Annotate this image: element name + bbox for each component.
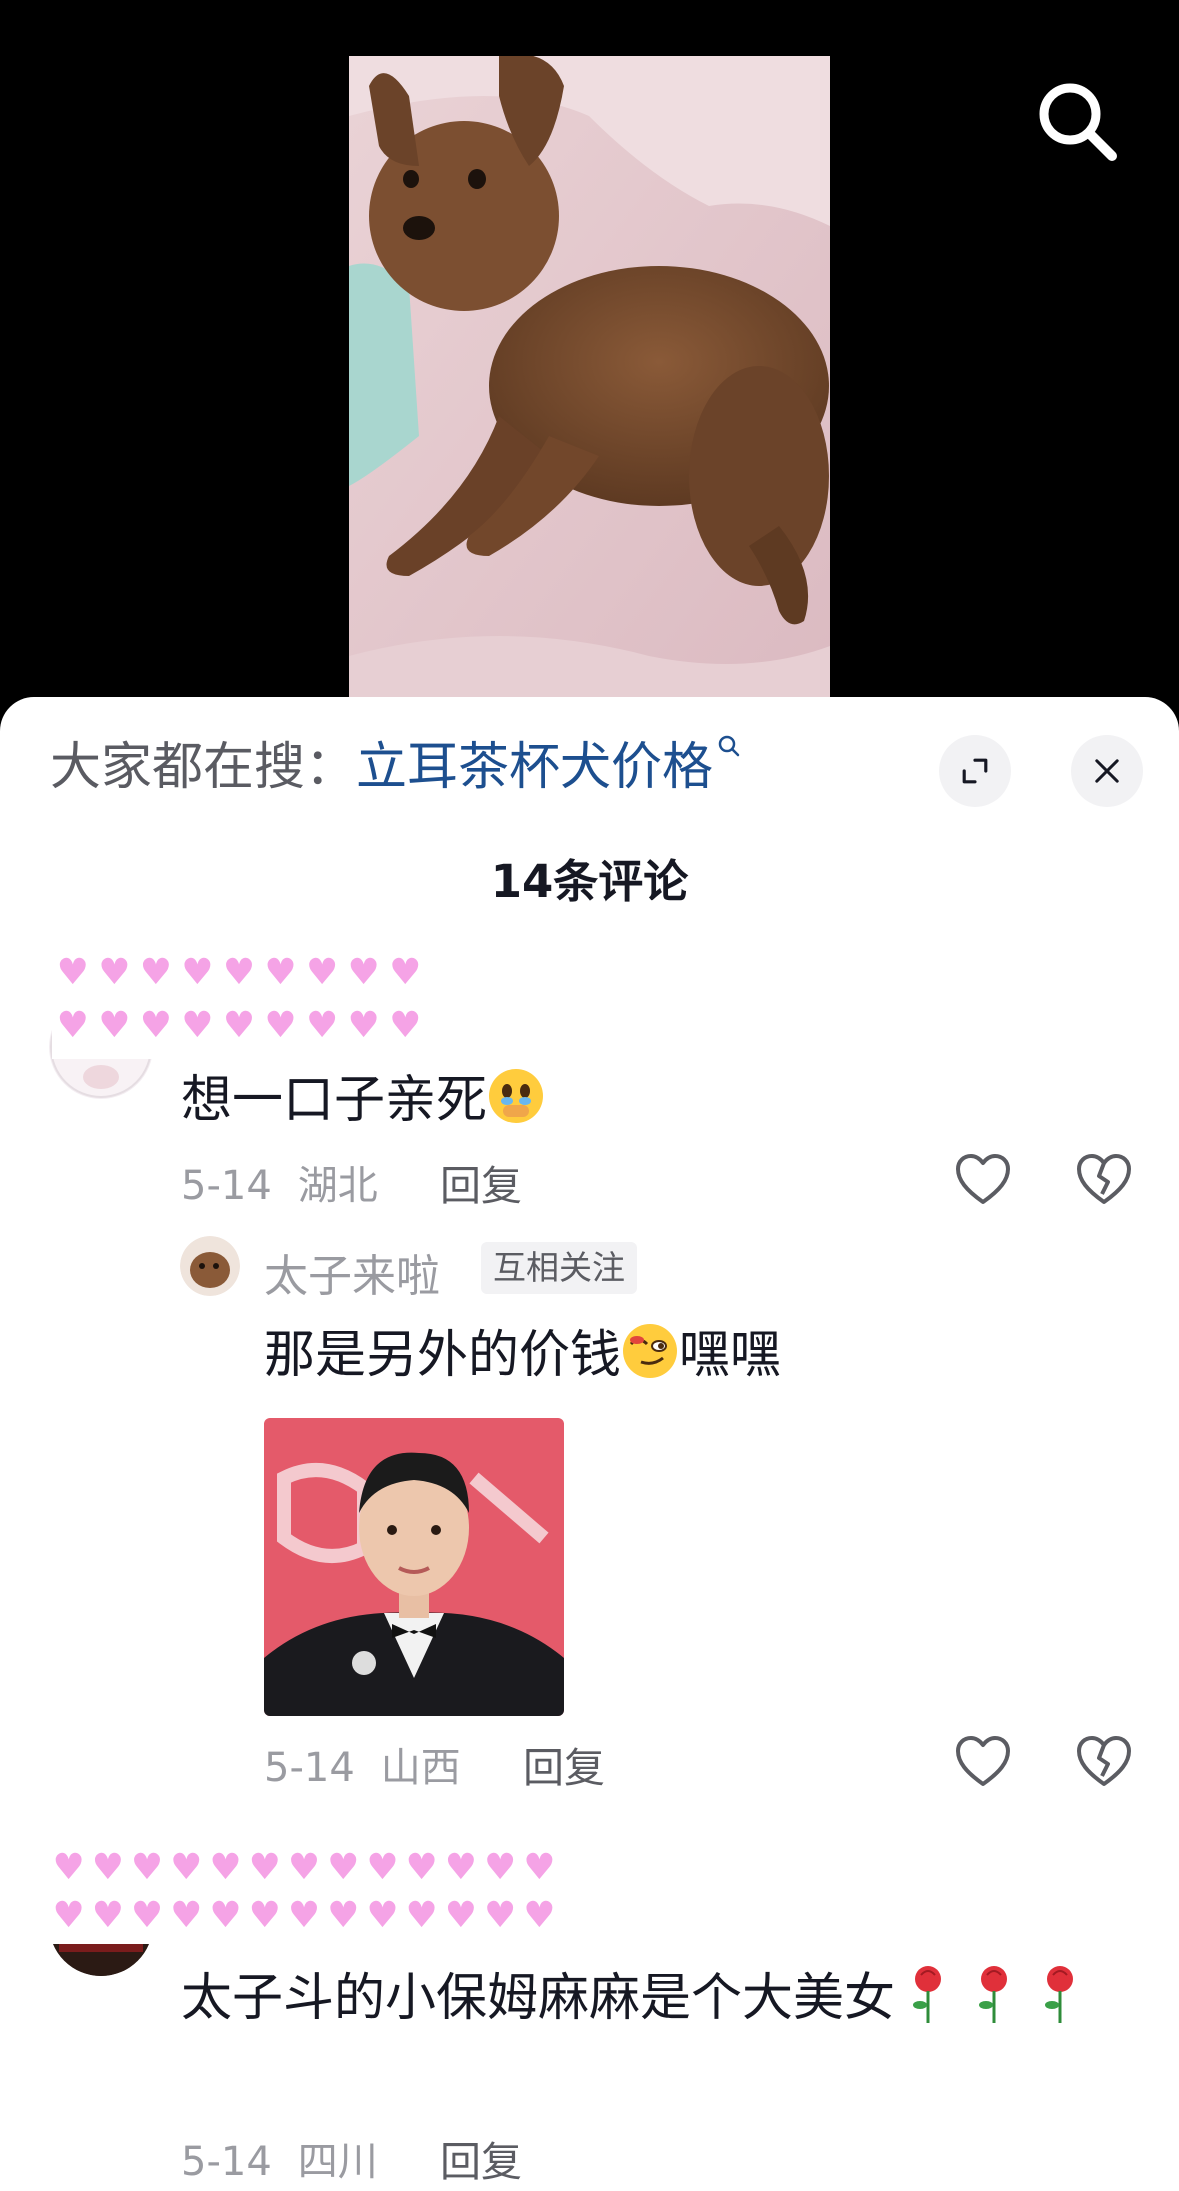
reply-username[interactable]: 太子来啦 [264,1240,440,1304]
comment-text-content: 太子斗的小保姆麻麻是个大美女 [181,1969,896,2028]
smirk-emoji [623,1324,678,1378]
heart-outline-icon[interactable] [954,1734,1012,1788]
comment-meta: 5-14 四川 [181,2129,378,2187]
rose-emoji [979,1966,1008,2023]
rose-emoji [913,1966,942,2023]
comment-date: 5-14 [181,2139,272,2185]
reply-text-part-a: 那是另外的价钱 [264,1326,622,1385]
reply-avatar[interactable] [180,1236,240,1296]
comment-location: 湖北 [297,1163,378,1209]
search-icon [1039,83,1117,161]
crying-emoji [489,1069,544,1123]
comment-location: 四川 [297,2139,378,2185]
reply-date: 5-14 [264,1745,355,1791]
reply-button[interactable]: 回复 [523,1734,605,1794]
expand-icon [962,758,988,784]
close-button[interactable] [1071,735,1143,807]
close-icon [1095,759,1119,783]
username-masked[interactable]: ♥ ♥ ♥ ♥ ♥ ♥ ♥ ♥ ♥ ♥ ♥ ♥ ♥ ♥ ♥ ♥ ♥ ♥ ♥ ♥ ♥ ♥ ♥ ♥ ♥ ♥ [49,1848,559,1944]
broken-heart-icon[interactable] [1075,1152,1133,1206]
username-masked[interactable]: ♥ ♥ ♥ ♥ ♥ ♥ ♥ ♥ ♥ ♥ ♥ ♥ ♥ ♥ ♥ ♥ ♥ ♥ [52,953,426,1059]
comments-sheet: 大家都在搜：立耳茶杯犬价格 14条评论 ♥ ♥ ♥ ♥ ♥ ♥ ♥ ♥ ♥ ♥ ♥ ♥ ♥ ♥ ♥ ♥ ♥ ♥ … [0,697,1179,2191]
expand-button[interactable] [939,735,1011,807]
reply-text: 那是另外的价钱 嘿嘿 [264,1322,781,1389]
man-in-tuxedo-image [264,1418,564,1716]
search-suggestion-term[interactable]: 立耳茶杯犬价格 [356,738,713,797]
comment-text-content: 想一口子亲死 [181,1071,488,1130]
search-suggestion[interactable]: 大家都在搜：立耳茶杯犬价格 [50,735,741,801]
reply-meta: 5-14 山西 [264,1735,461,1793]
reply-button[interactable]: 回复 [440,1152,522,1212]
video-frame-dog[interactable] [349,56,830,700]
mini-search-icon [717,709,741,757]
comment-date: 5-14 [181,1163,272,1209]
reply-location: 山西 [380,1745,461,1791]
video-player[interactable] [0,0,1179,700]
comment-count-title: 14条评论 [490,855,689,908]
broken-heart-icon[interactable] [1075,1734,1133,1788]
comment-text: 太子斗的小保姆麻麻是个大美女 [181,1953,1121,2045]
reply-button[interactable]: 回复 [440,2128,522,2188]
search-button[interactable] [1032,76,1122,166]
reply-text-part-b: 嘿嘿 [679,1326,782,1385]
heart-outline-icon[interactable] [954,1152,1012,1206]
mutual-follow-tag: 互相关注 [481,1242,637,1294]
dog-video-image [349,56,830,700]
comment-text: 想一口子亲死 [181,1067,545,1134]
comment-meta: 5-14 湖北 [181,1153,378,1211]
rose-emoji [1045,1966,1074,2023]
reply-sticker-image[interactable] [264,1418,564,1716]
search-suggestion-prefix: 大家都在搜： [50,738,357,797]
